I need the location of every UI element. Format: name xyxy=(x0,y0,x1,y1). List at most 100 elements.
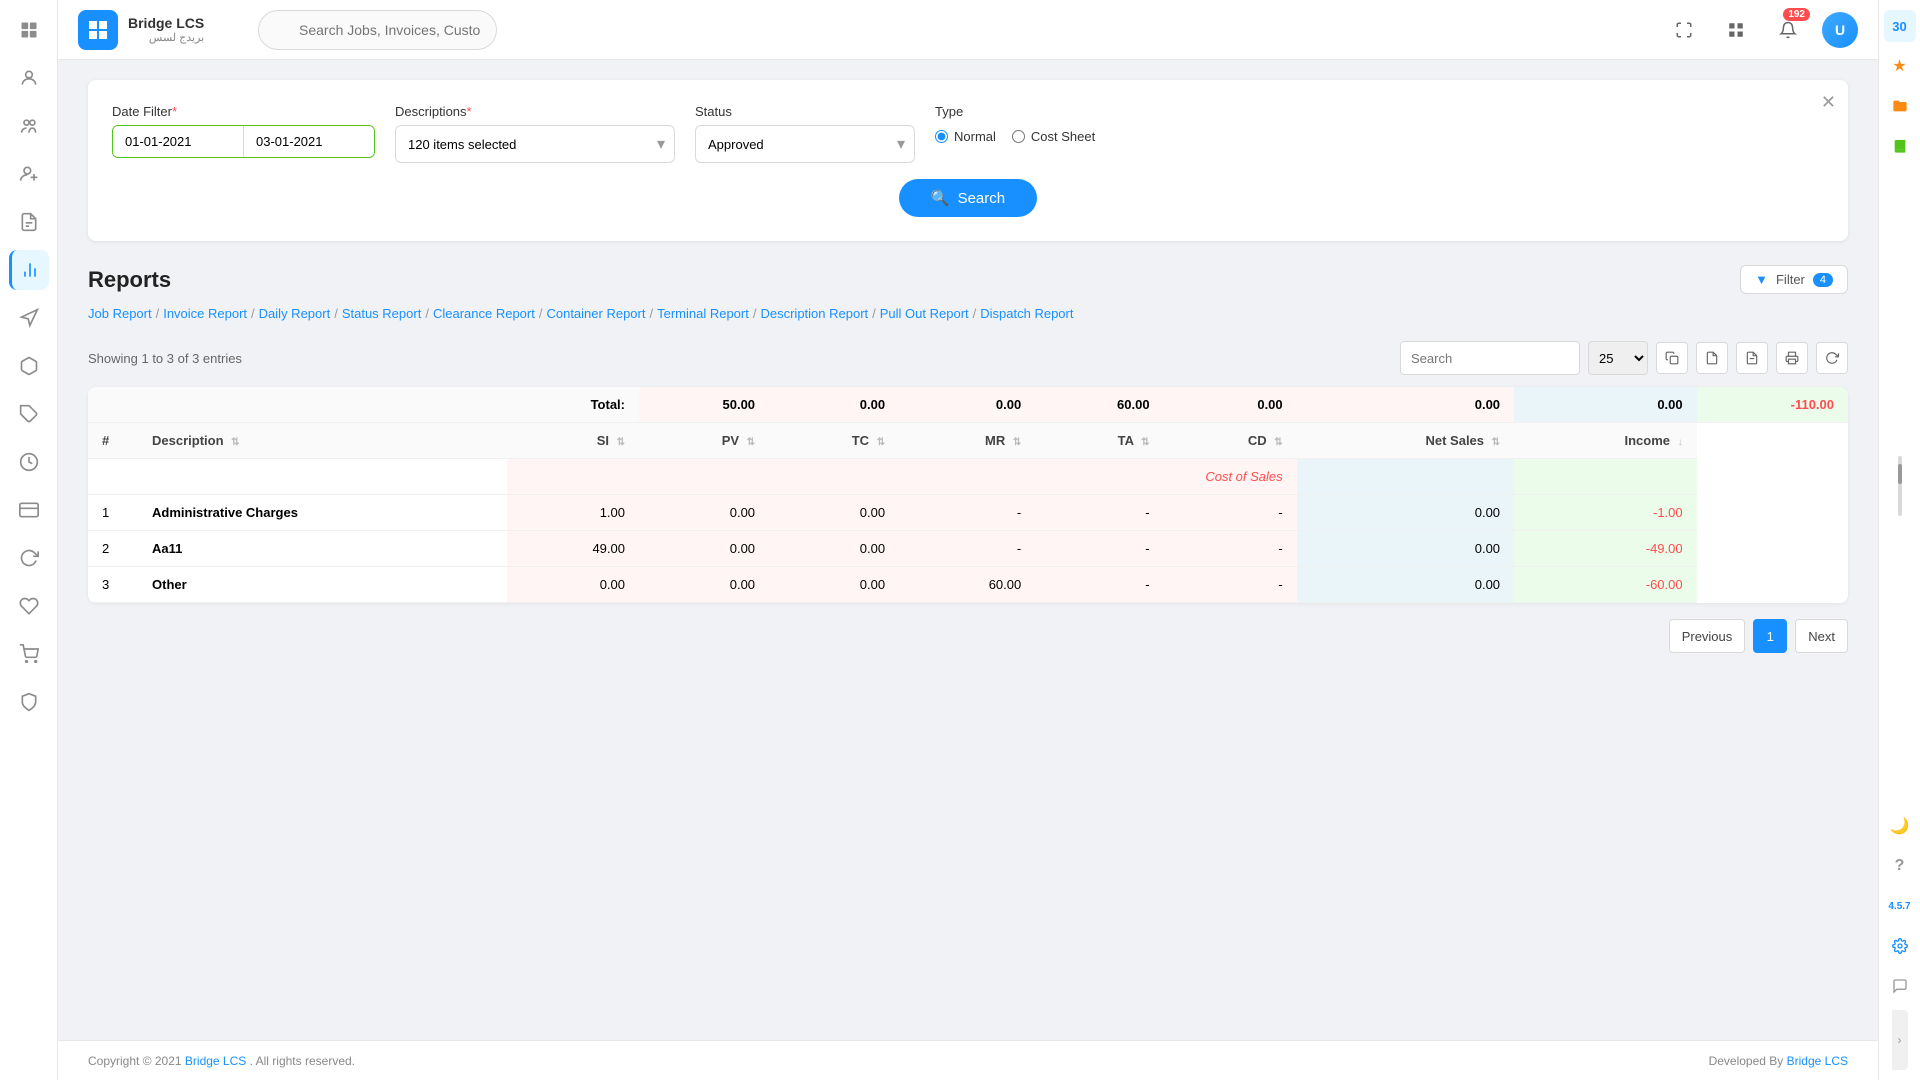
breadcrumb-daily-report[interactable]: Daily Report xyxy=(259,306,331,321)
user-avatar[interactable]: U xyxy=(1822,12,1858,48)
right-chat-icon[interactable] xyxy=(1884,970,1916,1002)
footer: Copyright © 2021 Bridge LCS . All rights… xyxy=(58,1040,1878,1080)
status-select-wrapper: Approved xyxy=(695,125,915,163)
sidebar-item-clock[interactable] xyxy=(9,442,49,482)
page-1-button[interactable]: 1 xyxy=(1753,619,1787,653)
sidebar-item-billing[interactable] xyxy=(9,490,49,530)
row-3-tc: 0.00 xyxy=(769,567,899,603)
type-normal-option[interactable]: Normal xyxy=(935,129,996,144)
total-income: -110.00 xyxy=(1697,387,1848,423)
refresh-table-button[interactable] xyxy=(1816,342,1848,374)
right-book-icon[interactable] xyxy=(1884,130,1916,162)
excel-button[interactable] xyxy=(1736,342,1768,374)
filter-badge-button[interactable]: ▼ Filter 4 xyxy=(1740,265,1848,294)
sidebar-item-location[interactable] xyxy=(9,298,49,338)
global-search-input[interactable] xyxy=(258,10,497,50)
sidebar-item-refresh[interactable] xyxy=(9,538,49,578)
date-to-input[interactable] xyxy=(244,126,374,157)
sidebar-item-dashboard[interactable] xyxy=(9,10,49,50)
right-sidebar-toggle[interactable]: › xyxy=(1892,1010,1908,1070)
search-button[interactable]: 🔍 Search xyxy=(899,179,1037,217)
breadcrumb-pull-out-report[interactable]: Pull Out Report xyxy=(880,306,969,321)
type-cost-sheet-label: Cost Sheet xyxy=(1031,129,1095,144)
sort-icon-income: ↓ xyxy=(1678,437,1683,448)
previous-page-button[interactable]: Previous xyxy=(1669,619,1746,653)
breadcrumb-clearance-report[interactable]: Clearance Report xyxy=(433,306,535,321)
csv-button[interactable] xyxy=(1696,342,1728,374)
sidebar-item-cart[interactable] xyxy=(9,634,49,674)
next-page-button[interactable]: Next xyxy=(1795,619,1848,653)
breadcrumb-container-report[interactable]: Container Report xyxy=(546,306,645,321)
sidebar-item-security[interactable] xyxy=(9,682,49,722)
breadcrumb-sep-7: / xyxy=(872,306,876,321)
total-cd: 0.00 xyxy=(1297,387,1514,423)
scroll-bar[interactable] xyxy=(1898,456,1902,516)
col-header-tc[interactable]: TC ⇅ xyxy=(769,423,899,459)
date-range xyxy=(112,125,375,158)
col-header-mr[interactable]: MR ⇅ xyxy=(899,423,1035,459)
sort-icon-pv: ⇅ xyxy=(747,437,755,448)
breadcrumb-terminal-report[interactable]: Terminal Report xyxy=(657,306,749,321)
print-button[interactable] xyxy=(1776,342,1808,374)
type-cost-sheet-option[interactable]: Cost Sheet xyxy=(1012,129,1095,144)
right-moon-icon[interactable]: 🌙 xyxy=(1884,810,1916,842)
col-header-pv[interactable]: PV ⇅ xyxy=(639,423,769,459)
sidebar-item-reports[interactable] xyxy=(9,250,49,290)
copy-button[interactable] xyxy=(1656,342,1688,374)
table-actions: 25 xyxy=(1400,341,1848,375)
sort-icon-netsales: ⇅ xyxy=(1492,437,1500,448)
table-row: 1 Administrative Charges 1.00 0.00 0.00 … xyxy=(88,495,1848,531)
sidebar-item-add-user[interactable] xyxy=(9,154,49,194)
col-header-si[interactable]: SI ⇅ xyxy=(507,423,639,459)
per-page-select[interactable]: 25 xyxy=(1588,341,1648,375)
right-help-icon[interactable]: ? xyxy=(1884,850,1916,882)
grid-view-button[interactable] xyxy=(1718,12,1754,48)
col-header-income[interactable]: Income ↓ xyxy=(1514,423,1697,459)
scroll-thumb xyxy=(1898,464,1902,484)
right-folder-icon[interactable] xyxy=(1884,90,1916,122)
type-cost-sheet-radio[interactable] xyxy=(1012,130,1025,143)
sidebar-item-box[interactable] xyxy=(9,346,49,386)
sidebar-item-tag[interactable] xyxy=(9,394,49,434)
right-sidebar: 30 ★ 🌙 ? 4.5.7 › xyxy=(1878,0,1920,1080)
sidebar-item-notes[interactable] xyxy=(9,202,49,242)
footer-company-link[interactable]: Bridge LCS xyxy=(185,1054,246,1068)
right-star-icon[interactable]: ★ xyxy=(1884,50,1916,82)
breadcrumb-invoice-report[interactable]: Invoice Report xyxy=(163,306,247,321)
right-settings-icon[interactable] xyxy=(1884,930,1916,962)
descriptions-filter-group: Descriptions* 120 items selected xyxy=(395,104,675,163)
row-2-tc: 0.00 xyxy=(769,531,899,567)
sidebar-item-users[interactable] xyxy=(9,58,49,98)
descriptions-select[interactable]: 120 items selected xyxy=(395,125,675,163)
type-normal-radio[interactable] xyxy=(935,130,948,143)
sidebar-item-team[interactable] xyxy=(9,106,49,146)
breadcrumb-status-report[interactable]: Status Report xyxy=(342,306,422,321)
type-label: Type xyxy=(935,104,1095,119)
breadcrumb-job-report[interactable]: Job Report xyxy=(88,306,152,321)
col-header-description[interactable]: Description ⇅ xyxy=(138,423,507,459)
fullscreen-button[interactable] xyxy=(1666,12,1702,48)
sidebar-item-plugins[interactable] xyxy=(9,586,49,626)
table-row: 3 Other 0.00 0.00 0.00 60.00 - - 0.00 -6… xyxy=(88,567,1848,603)
app-subtitle: بريدج لسس xyxy=(128,31,204,44)
right-calendar-icon[interactable]: 30 xyxy=(1884,10,1916,42)
date-from-input[interactable] xyxy=(113,126,243,157)
close-filter-button[interactable]: ✕ xyxy=(1821,92,1836,113)
row-2-si: 49.00 xyxy=(507,531,639,567)
notification-button[interactable]: 192 xyxy=(1770,12,1806,48)
row-2-pv: 0.00 xyxy=(639,531,769,567)
col-header-ta[interactable]: TA ⇅ xyxy=(1035,423,1163,459)
breadcrumb-description-report[interactable]: Description Report xyxy=(760,306,868,321)
sort-icon-cd: ⇅ xyxy=(1274,437,1282,448)
table-search-input[interactable] xyxy=(1400,341,1580,375)
footer-dev-link[interactable]: Bridge LCS xyxy=(1787,1054,1848,1068)
breadcrumb-dispatch-report[interactable]: Dispatch Report xyxy=(980,306,1073,321)
type-filter-group: Type Normal Cost Sheet xyxy=(935,104,1095,144)
sort-icon-si: ⇅ xyxy=(617,437,625,448)
footer-dev: Developed By Bridge LCS xyxy=(1709,1054,1848,1068)
row-1-num: 1 xyxy=(88,495,138,531)
col-header-netsales[interactable]: Net Sales ⇅ xyxy=(1297,423,1514,459)
col-header-cd[interactable]: CD ⇅ xyxy=(1164,423,1297,459)
status-select[interactable]: Approved xyxy=(695,125,915,163)
row-2-ta: - xyxy=(1035,531,1163,567)
